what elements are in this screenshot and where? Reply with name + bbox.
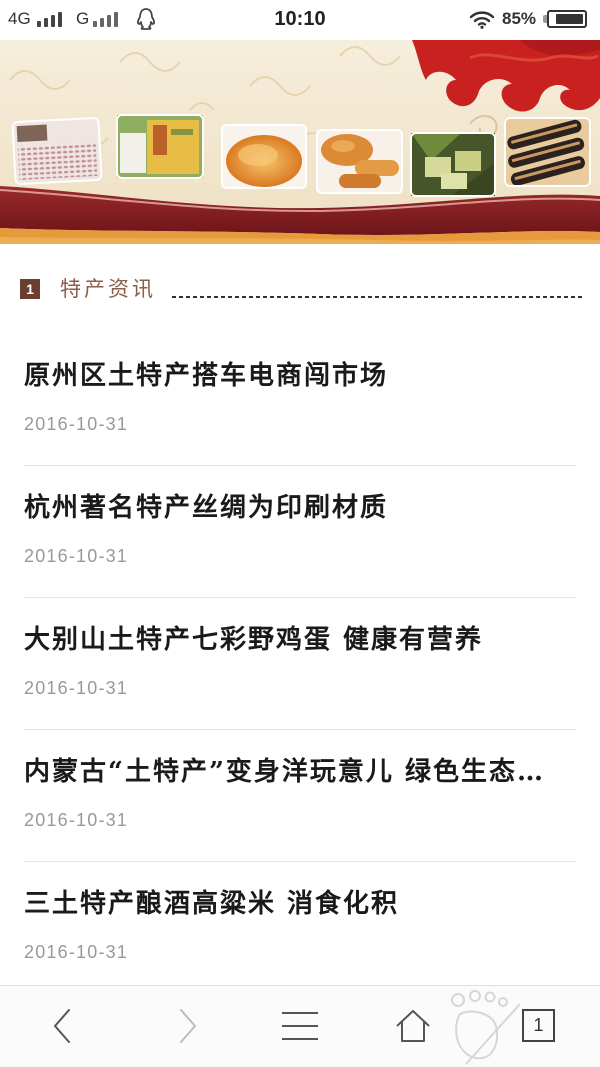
banner-photo-6: [504, 117, 591, 187]
banner-photo-2: [116, 114, 204, 179]
section-index-badge: 1: [20, 279, 40, 299]
home-icon: [396, 1010, 430, 1042]
news-date: 2016-10-31: [24, 678, 129, 698]
news-date: 2016-10-31: [24, 810, 129, 830]
menu-button[interactable]: [278, 1006, 322, 1046]
news-title[interactable]: 内蒙古“土特产”变身洋玩意儿 绿色生态…: [24, 730, 584, 790]
section-header: 1 特产资讯: [0, 276, 600, 306]
chevron-left-icon: [54, 1009, 70, 1043]
browser-toolbar: 1: [0, 985, 600, 1067]
banner-photo-3: [221, 124, 307, 189]
news-item[interactable]: 三土特产酿酒高粱米 消食化积 2016-10-31: [24, 862, 576, 994]
footprint-watermark-icon: [451, 990, 521, 1065]
banner-artwork: [0, 40, 600, 244]
status-bar: 4G G 10:10 85%: [0, 0, 600, 38]
banner-photo-5: [410, 132, 496, 197]
battery-icon: [543, 0, 587, 38]
forward-button[interactable]: [170, 1006, 206, 1046]
section-dashed-rule: [172, 296, 583, 298]
menu-icon: [282, 1012, 318, 1040]
back-button[interactable]: [44, 1006, 80, 1046]
section-title: 特产资讯: [60, 277, 156, 301]
news-item[interactable]: 杭州著名特产丝绸为印刷材质 2016-10-31: [24, 466, 576, 598]
battery-fill: [555, 14, 583, 24]
news-title[interactable]: 杭州著名特产丝绸为印刷材质: [24, 466, 584, 526]
news-title[interactable]: 原州区土特产搭车电商闯市场: [24, 334, 584, 394]
banner-photo-1: [11, 117, 103, 185]
banner-photo-4: [316, 129, 403, 194]
news-item[interactable]: 原州区土特产搭车电商闯市场 2016-10-31: [24, 334, 576, 466]
news-list: 原州区土特产搭车电商闯市场 2016-10-31 杭州著名特产丝绸为印刷材质 2…: [0, 334, 600, 994]
battery-percent-label: 85%: [502, 9, 537, 28]
news-date: 2016-10-31: [24, 546, 129, 566]
chevron-right-icon: [180, 1009, 196, 1043]
home-button[interactable]: [392, 1006, 434, 1046]
news-date: 2016-10-31: [24, 942, 129, 962]
news-title[interactable]: 大别山土特产七彩野鸡蛋 健康有营养: [24, 598, 584, 658]
news-item[interactable]: 大别山土特产七彩野鸡蛋 健康有营养 2016-10-31: [24, 598, 576, 730]
news-date: 2016-10-31: [24, 414, 129, 434]
news-title[interactable]: 三土特产酿酒高粱米 消食化积: [24, 862, 584, 922]
wifi-icon: [469, 0, 495, 38]
tabs-button[interactable]: 1: [522, 1009, 555, 1042]
news-item[interactable]: 内蒙古“土特产”变身洋玩意儿 绿色生态… 2016-10-31: [24, 730, 576, 862]
banner[interactable]: [0, 40, 600, 244]
battery-percent: 85%: [502, 0, 536, 38]
tabs-icon: 1: [522, 1009, 555, 1042]
